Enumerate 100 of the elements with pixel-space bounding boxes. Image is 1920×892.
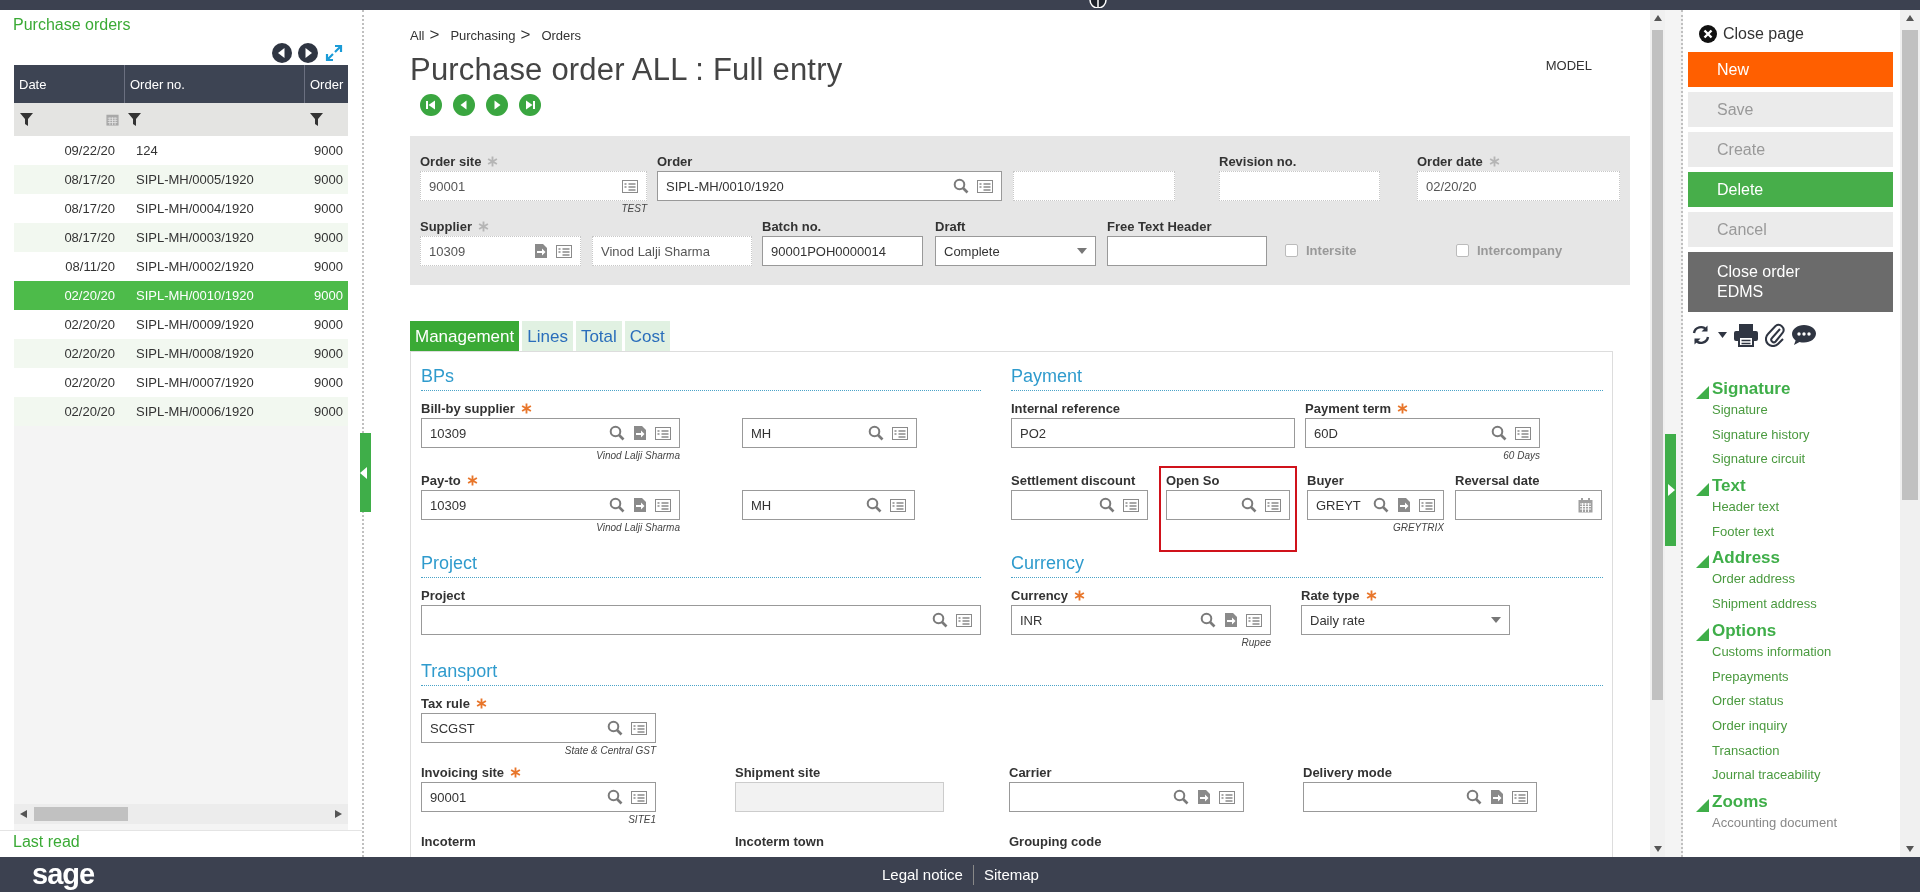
list-card-icon[interactable] — [1123, 498, 1139, 512]
input-field[interactable]: GREYT — [1307, 490, 1444, 520]
input-field[interactable]: 10309 — [421, 418, 680, 448]
first-record-button[interactable] — [420, 94, 442, 116]
menu-link[interactable]: Journal traceability — [1688, 765, 1894, 790]
vertical-scrollbar[interactable] — [1650, 10, 1665, 857]
search-icon[interactable] — [607, 720, 623, 736]
search-icon[interactable] — [953, 178, 969, 194]
table-row[interactable]: 08/17/20 SIPL-MH/0005/1920 9000 — [14, 165, 348, 194]
list-card-icon[interactable] — [1219, 790, 1235, 804]
expanded-triangle-icon[interactable] — [1696, 483, 1709, 497]
search-icon[interactable] — [609, 425, 625, 441]
input-field[interactable]: INR — [1011, 605, 1271, 635]
menu-link[interactable]: Order status — [1688, 691, 1894, 716]
last-record-button[interactable] — [519, 94, 541, 116]
expand-icon[interactable] — [324, 42, 344, 63]
input-field[interactable]: PO2 — [1011, 418, 1295, 448]
tab[interactable]: Lines — [522, 321, 573, 351]
input-field[interactable] — [1219, 171, 1380, 201]
menu-link[interactable]: Signature circuit — [1688, 449, 1894, 475]
page-arrow-icon[interactable] — [1490, 789, 1504, 805]
input-field[interactable] — [1455, 490, 1602, 520]
chat-icon[interactable] — [1791, 324, 1817, 346]
table-row[interactable]: 09/22/20 124 9000 — [14, 136, 348, 165]
search-icon[interactable] — [866, 497, 882, 513]
previous-icon[interactable] — [272, 42, 292, 63]
input-field[interactable] — [1009, 782, 1244, 812]
table-row[interactable]: 02/20/20 SIPL-MH/0008/1920 9000 — [14, 339, 348, 368]
input-field[interactable]: 90001POH0000014 — [762, 236, 923, 266]
list-card-icon[interactable] — [631, 790, 647, 804]
search-icon[interactable] — [1200, 612, 1216, 628]
tab[interactable]: Cost — [624, 321, 670, 351]
page-arrow-icon[interactable] — [1224, 612, 1238, 628]
filter-icon[interactable] — [20, 113, 33, 126]
table-row[interactable]: 08/17/20 SIPL-MH/0003/1920 9000 — [14, 223, 348, 252]
scroll-left-icon[interactable] — [20, 810, 27, 818]
expand-handle[interactable] — [1665, 434, 1676, 546]
list-card-icon[interactable] — [556, 244, 572, 258]
breadcrumb-link[interactable]: Purchasing — [450, 27, 516, 43]
menu-link[interactable]: Signature history — [1688, 424, 1894, 450]
search-icon[interactable] — [609, 497, 625, 513]
search-icon[interactable] — [1466, 789, 1482, 805]
search-icon[interactable] — [1173, 789, 1189, 805]
scroll-right-icon[interactable] — [335, 810, 342, 818]
search-icon[interactable] — [1241, 497, 1257, 513]
menu-link[interactable]: Shipment address — [1688, 594, 1894, 619]
menu-link[interactable]: Customs information — [1688, 641, 1894, 667]
input-field[interactable] — [1303, 782, 1537, 812]
input-field[interactable]: 10309 — [421, 490, 680, 520]
dropdown[interactable]: Daily rate — [1301, 605, 1510, 635]
menu-link[interactable]: Order inquiry — [1688, 715, 1894, 741]
page-arrow-icon[interactable] — [1397, 497, 1411, 513]
search-icon[interactable] — [1491, 425, 1507, 441]
table-row[interactable]: 08/17/20 SIPL-MH/0004/1920 9000 — [14, 194, 348, 223]
input-field[interactable]: Vinod Lalji Sharma — [592, 236, 752, 266]
footer-link[interactable]: Legal notice — [882, 866, 963, 883]
tab[interactable]: Total — [575, 321, 622, 351]
page-arrow-icon[interactable] — [1197, 789, 1211, 805]
refresh-icon[interactable] — [1690, 324, 1712, 346]
calendar-icon[interactable] — [106, 113, 119, 126]
search-icon[interactable] — [607, 789, 623, 805]
previous-record-button[interactable] — [453, 94, 475, 116]
input-field[interactable]: 90001 — [420, 171, 647, 201]
list-card-icon[interactable] — [655, 498, 671, 512]
next-icon[interactable] — [298, 42, 318, 63]
search-icon[interactable] — [1373, 497, 1389, 513]
input-field[interactable] — [1013, 171, 1175, 201]
input-field[interactable]: 10309 — [420, 236, 581, 266]
input-field[interactable]: MH — [742, 418, 917, 448]
menu-link[interactable]: Prepayments — [1688, 666, 1894, 692]
scroll-down-icon[interactable] — [1653, 846, 1662, 852]
column-header[interactable]: Order — [305, 65, 348, 103]
vertical-scrollbar[interactable] — [1900, 10, 1920, 857]
filter-icon[interactable] — [128, 113, 141, 126]
input-field[interactable] — [421, 605, 981, 635]
list-card-icon[interactable] — [631, 721, 647, 735]
input-field[interactable]: 60D — [1305, 418, 1540, 448]
input-field[interactable]: SIPL-MH/0010/1920 — [657, 171, 1002, 201]
input-field[interactable] — [1011, 490, 1148, 520]
list-card-icon[interactable] — [892, 426, 908, 440]
page-arrow-icon[interactable] — [633, 497, 647, 513]
close-page-button[interactable]: Close page — [1688, 10, 1894, 52]
scroll-down-icon[interactable] — [1906, 846, 1914, 852]
filter-icon[interactable] — [310, 113, 323, 126]
list-card-icon[interactable] — [956, 613, 972, 627]
menu-link[interactable]: Order address — [1688, 569, 1894, 595]
list-card-icon[interactable] — [1419, 498, 1435, 512]
breadcrumb-link[interactable]: All — [410, 27, 425, 43]
search-icon[interactable] — [868, 425, 884, 441]
paperclip-icon[interactable] — [1765, 323, 1785, 347]
input-field[interactable]: 90001 — [421, 782, 656, 812]
scroll-up-icon[interactable] — [1906, 15, 1914, 21]
breadcrumb-link[interactable]: Orders — [541, 27, 582, 43]
input-field[interactable]: 02/20/20 — [1417, 171, 1620, 201]
expanded-triangle-icon[interactable] — [1696, 386, 1709, 399]
collapse-handle[interactable] — [360, 433, 371, 512]
input-field[interactable] — [1166, 490, 1290, 520]
search-icon[interactable] — [1099, 497, 1115, 513]
expanded-triangle-icon[interactable] — [1696, 555, 1709, 569]
horizontal-scrollbar[interactable] — [14, 804, 348, 824]
